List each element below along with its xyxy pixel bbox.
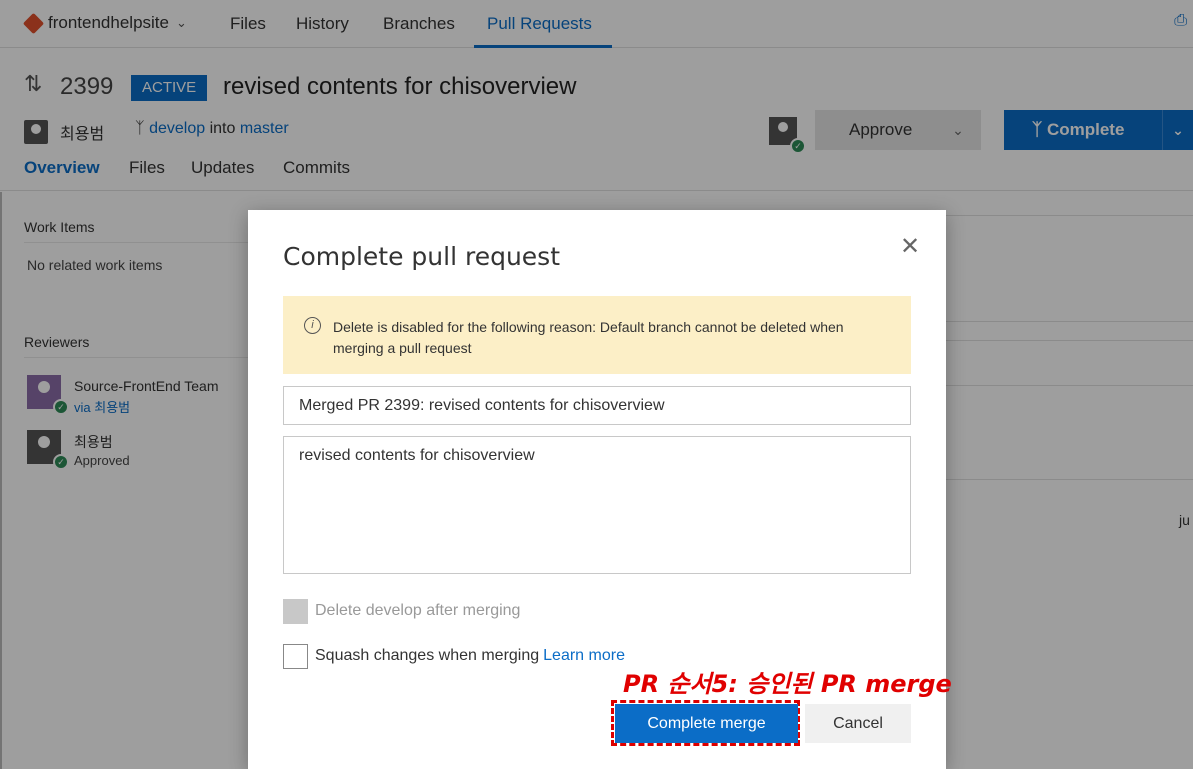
warning-banner: i Delete is disabled for the following r…: [283, 296, 911, 374]
complete-merge-button[interactable]: Complete merge: [615, 704, 798, 743]
warning-text: Delete is disabled for the following rea…: [333, 319, 844, 356]
dialog-title: Complete pull request: [283, 242, 561, 271]
squash-checkbox[interactable]: [283, 644, 308, 669]
close-icon[interactable]: ✕: [900, 232, 920, 261]
merge-description-input[interactable]: revised contents for chisoverview: [283, 436, 911, 574]
annotation-callout: PR 순서5: 승인된 PR merge: [623, 670, 952, 698]
complete-pr-dialog: Complete pull request ✕ i Delete is disa…: [248, 210, 952, 769]
delete-branch-label: Delete develop after merging: [315, 602, 521, 619]
learn-more-link[interactable]: Learn more: [543, 647, 625, 664]
info-icon: i: [304, 317, 321, 334]
merge-title-input[interactable]: [283, 386, 911, 425]
squash-label-group: Squash changes when merging Learn more: [315, 647, 625, 665]
squash-label: Squash changes when merging: [315, 647, 540, 664]
delete-branch-checkbox: [283, 599, 308, 624]
cancel-button[interactable]: Cancel: [805, 704, 911, 743]
